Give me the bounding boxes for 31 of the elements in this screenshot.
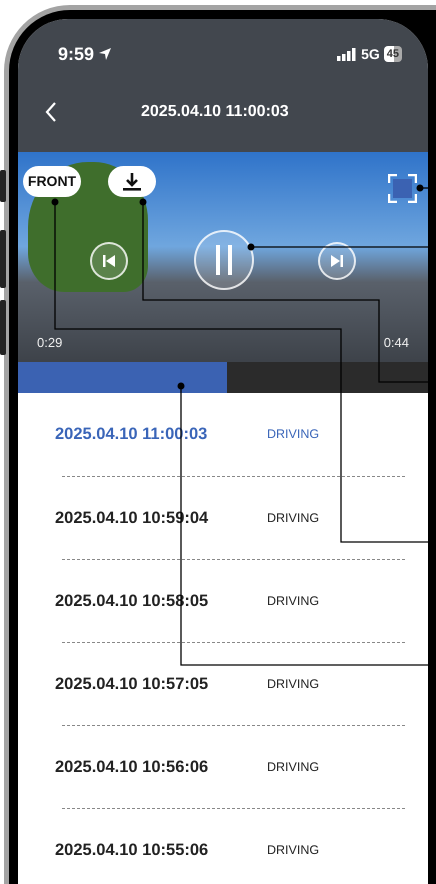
battery-indicator: 45 xyxy=(384,46,402,62)
recording-timestamp: 2025.04.10 10:55:06 xyxy=(55,840,210,861)
camera-toggle-button[interactable]: FRONT xyxy=(23,166,81,197)
recording-row[interactable]: 2025.04.10 10:57:05 DRIVING xyxy=(18,643,428,725)
recording-type: DRIVING xyxy=(267,426,320,444)
recording-row[interactable]: 2025.04.10 10:56:06 DRIVING xyxy=(18,726,428,808)
recording-type: DRIVING xyxy=(267,510,320,527)
download-icon xyxy=(121,172,143,192)
skip-back-icon xyxy=(101,254,117,268)
back-icon[interactable] xyxy=(45,101,57,123)
screen-title: 2025.04.10 11:00:03 xyxy=(141,102,289,122)
recording-type: DRIVING xyxy=(267,842,320,859)
location-arrow-icon xyxy=(98,47,112,61)
fullscreen-icon[interactable] xyxy=(388,174,417,203)
recording-row[interactable]: 2025.04.10 10:55:06 DRIVING xyxy=(18,809,428,884)
leader-line xyxy=(416,184,428,192)
recording-type: DRIVING xyxy=(267,758,320,776)
next-button[interactable] xyxy=(318,242,356,280)
remaining-time: 0:44 xyxy=(384,334,409,352)
network-label: 5G xyxy=(361,44,380,64)
recording-type: DRIVING xyxy=(267,592,320,610)
elapsed-time: 0:29 xyxy=(37,334,62,352)
download-button[interactable] xyxy=(108,166,156,197)
recording-timestamp: 2025.04.10 10:56:06 xyxy=(55,756,210,778)
signal-icon xyxy=(337,48,358,60)
recording-timestamp: 2025.04.10 10:57:05 xyxy=(55,674,210,695)
previous-button[interactable] xyxy=(90,242,128,280)
pause-icon xyxy=(214,245,234,275)
recording-type: DRIVING xyxy=(267,676,320,693)
status-time: 9:59 xyxy=(58,42,94,66)
skip-forward-icon xyxy=(329,254,345,268)
